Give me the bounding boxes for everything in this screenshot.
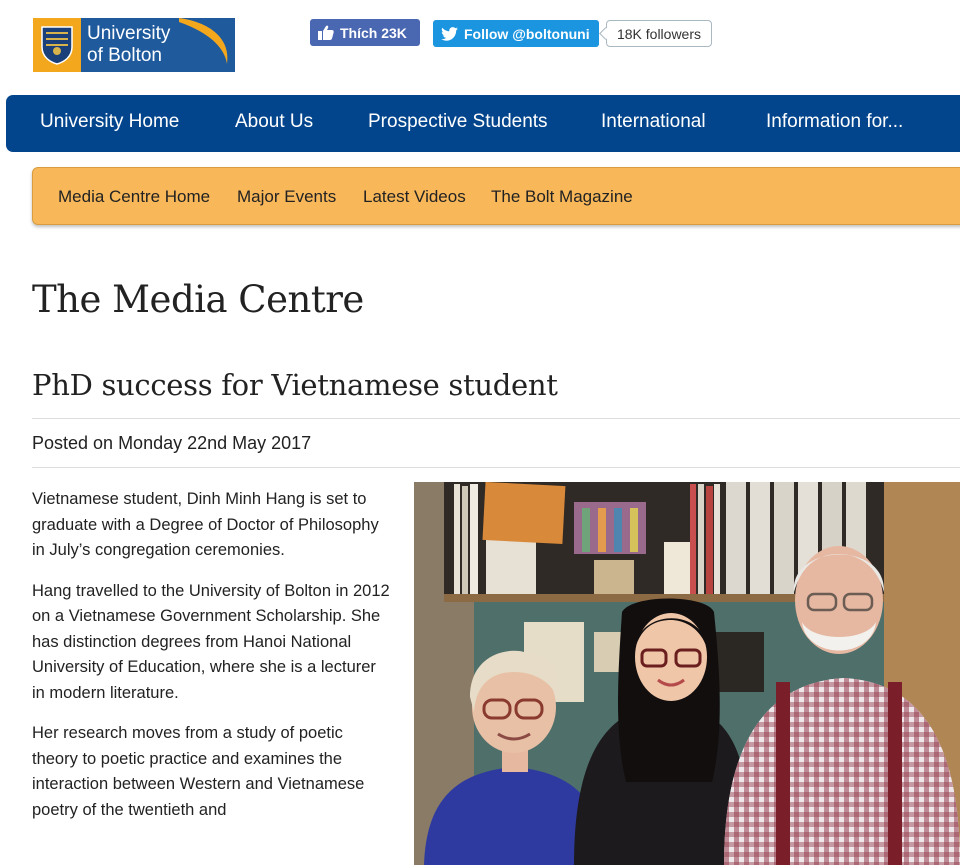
nav-about-us[interactable]: About Us [235, 111, 313, 133]
twitter-bird-icon [441, 26, 458, 41]
article-title: PhD success for Vietnamese student [32, 368, 558, 402]
logo-text-panel: University of Bolton [81, 18, 235, 72]
article-body: Vietnamese student, Dinh Minh Hang is se… [32, 487, 392, 838]
twitter-follow-button[interactable]: Follow @boltonuni [433, 20, 599, 47]
logo-line-1: University [87, 23, 171, 44]
posted-date: Posted on Monday 22nd May 2017 [32, 433, 312, 453]
nav-prospective-students[interactable]: Prospective Students [368, 111, 548, 133]
thumbs-up-icon [318, 25, 334, 40]
nav-information-for[interactable]: Information for... [766, 111, 903, 133]
subnav-media-centre-home[interactable]: Media Centre Home [58, 187, 210, 207]
article-paragraph: Vietnamese student, Dinh Minh Hang is se… [32, 490, 379, 559]
article-paragraph: Her research moves from a study of poeti… [32, 724, 365, 819]
main-navigation: University Home About Us Prospective Stu… [6, 95, 960, 152]
logo-shield-icon [33, 18, 81, 72]
twitter-follower-count[interactable]: 18K followers [606, 20, 712, 47]
twitter-follow-label: Follow @boltonuni [464, 25, 590, 42]
title-divider [32, 418, 960, 419]
article-photo [414, 482, 960, 865]
article-paragraph: Hang travelled to the University of Bolt… [32, 581, 390, 702]
nav-international[interactable]: International [601, 111, 706, 133]
date-divider [32, 467, 960, 468]
facebook-like-label: Thích 23K [340, 24, 407, 41]
nav-university-home[interactable]: University Home [40, 111, 179, 133]
logo-line-2: of Bolton [87, 45, 162, 66]
university-logo[interactable]: University of Bolton [33, 18, 235, 72]
subnav-major-events[interactable]: Major Events [237, 187, 336, 207]
page-title: The Media Centre [32, 278, 364, 321]
facebook-like-button[interactable]: Thích 23K [310, 19, 420, 46]
subnav-the-bolt-magazine[interactable]: The Bolt Magazine [491, 187, 633, 207]
subnav-latest-videos[interactable]: Latest Videos [363, 187, 466, 207]
media-centre-subnav: Media Centre Home Major Events Latest Vi… [32, 167, 960, 225]
